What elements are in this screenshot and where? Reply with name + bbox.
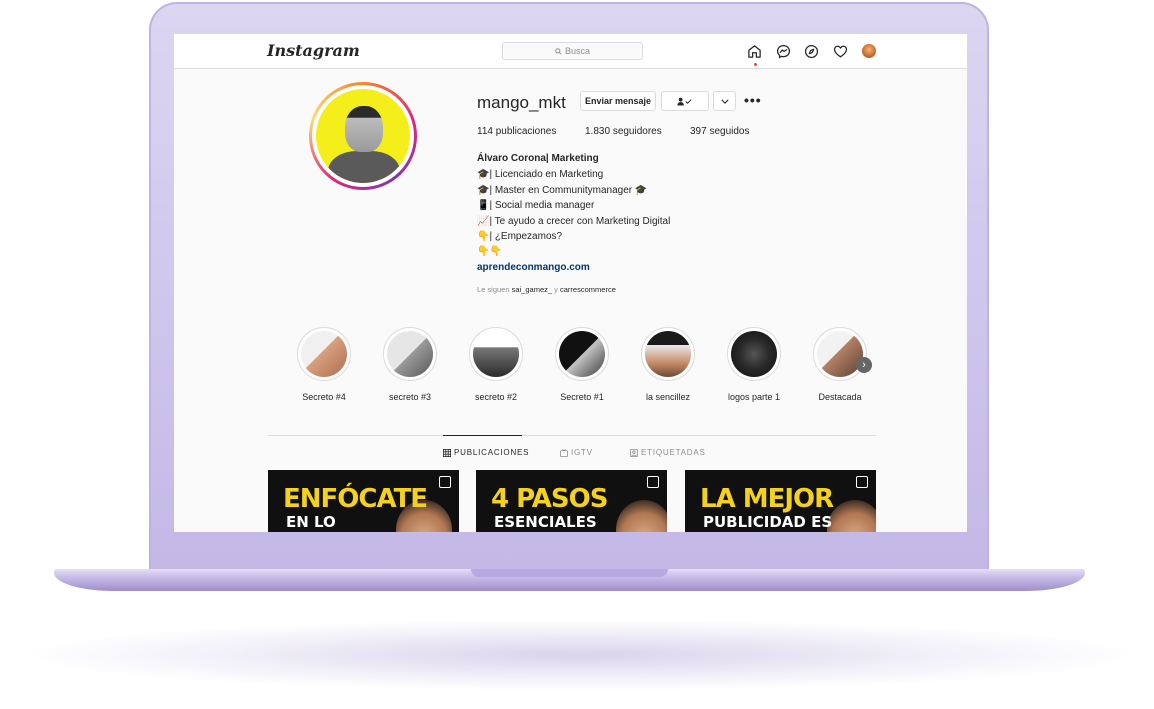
- post-headline: LA MEJOR: [700, 484, 834, 514]
- highlight-secreto-2[interactable]: secreto #2: [468, 327, 524, 402]
- post-headline: 4 PASOS: [491, 484, 608, 514]
- tagged-icon: [630, 448, 638, 457]
- stat-posts[interactable]: 114 publicaciones: [477, 126, 556, 137]
- stat-following[interactable]: 397 seguidos: [690, 126, 750, 137]
- tabs-divider: [268, 435, 876, 436]
- laptop-shadow: [30, 620, 1130, 690]
- highlight-label: Secreto #4: [302, 392, 346, 402]
- top-navigation-bar: Instagram Busca: [174, 34, 967, 69]
- highlight-cover: [387, 331, 433, 377]
- laptop-notch: [471, 569, 668, 577]
- chevron-down-icon: [720, 99, 729, 104]
- carousel-icon: [856, 476, 868, 488]
- carousel-icon: [439, 476, 451, 488]
- highlight-la-sencillez[interactable]: la sencillez: [640, 327, 696, 402]
- profile-picture-ring[interactable]: [309, 82, 417, 190]
- igtv-icon: [560, 448, 568, 457]
- following-button[interactable]: [661, 91, 709, 111]
- activity-heart-icon[interactable]: [832, 43, 848, 59]
- tab-label: ETIQUETADAS: [641, 448, 706, 457]
- search-icon: [555, 47, 562, 55]
- more-options-icon[interactable]: •••: [744, 92, 762, 108]
- explore-compass-icon[interactable]: [803, 43, 819, 59]
- post-subheadline: ESENCIALES: [494, 513, 597, 531]
- laptop-screen: Instagram Busca mango_mkt Enviar mensaje: [174, 34, 967, 532]
- post-person-image: [616, 500, 667, 532]
- highlight-secreto-3[interactable]: secreto #3: [382, 327, 438, 402]
- active-tab-indicator: [443, 435, 522, 436]
- bio-line: 🎓| Master en Communitymanager 🎓: [477, 185, 648, 196]
- post-subheadline: PUBLICIDAD ES: [703, 513, 833, 531]
- highlight-label: logos parte 1: [727, 392, 781, 402]
- website-link[interactable]: aprendeconmango.com: [477, 262, 590, 273]
- highlight-cover: [731, 331, 777, 377]
- highlight-label: Destacada: [818, 392, 862, 402]
- send-message-button[interactable]: Enviar mensaje: [580, 91, 656, 111]
- bio-line: 📈| Te ayudo a crecer con Marketing Digit…: [477, 216, 671, 227]
- suggestions-dropdown-button[interactable]: [713, 91, 736, 111]
- post-thumbnail[interactable]: 4 PASOS ESENCIALES: [476, 470, 667, 532]
- search-input[interactable]: Busca: [502, 42, 643, 60]
- stat-following-label: seguidos: [709, 126, 750, 137]
- tab-publicaciones[interactable]: PUBLICACIONES: [443, 448, 529, 457]
- highlight-cover: [301, 331, 347, 377]
- followed-by-user[interactable]: carrescommerce: [560, 285, 616, 294]
- highlight-cover: [473, 331, 519, 377]
- home-icon[interactable]: [746, 43, 762, 59]
- highlight-cover: [645, 331, 691, 377]
- stat-following-value: 397: [690, 126, 707, 137]
- profile-username: mango_mkt: [477, 93, 566, 112]
- highlight-label: secreto #2: [474, 392, 518, 402]
- profile-full-name: Álvaro Corona| Marketing: [477, 153, 599, 164]
- instagram-logo[interactable]: Instagram: [267, 41, 360, 60]
- bio-line: 🎓| Licenciado en Marketing: [477, 169, 604, 180]
- highlight-cover: [817, 331, 863, 377]
- search-placeholder: Busca: [564, 46, 590, 56]
- highlight-cover: [559, 331, 605, 377]
- stat-followers-value: 1.830: [585, 126, 611, 137]
- profile-avatar-small[interactable]: [862, 44, 876, 58]
- stat-followers-label: seguidores: [612, 126, 662, 137]
- carousel-icon: [647, 476, 659, 488]
- highlight-label: secreto #3: [388, 392, 432, 402]
- post-thumbnail[interactable]: ENFÓCATE EN LO: [268, 470, 459, 532]
- bio-line: 📱| Social media manager: [477, 200, 595, 211]
- tab-igtv[interactable]: IGTV: [560, 448, 593, 457]
- profile-picture: [316, 89, 410, 183]
- stat-followers[interactable]: 1.830 seguidores: [585, 126, 662, 137]
- tab-label: PUBLICACIONES: [454, 448, 530, 457]
- messenger-icon[interactable]: [775, 43, 791, 59]
- highlight-logos-parte-1[interactable]: logos parte 1: [726, 327, 782, 402]
- followed-by-text[interactable]: Le siguen sai_gamez_ y carrescommerce: [477, 285, 616, 294]
- post-headline: ENFÓCATE: [283, 484, 428, 514]
- home-active-dot: [754, 63, 757, 66]
- highlight-secreto-1[interactable]: Secreto #1: [554, 327, 610, 402]
- followed-by-user[interactable]: sai_gamez_: [512, 285, 552, 294]
- tab-etiquetadas[interactable]: ETIQUETADAS: [630, 448, 706, 457]
- post-thumbnail[interactable]: LA MEJOR PUBLICIDAD ES: [685, 470, 876, 532]
- stat-posts-label: publicaciones: [495, 126, 557, 137]
- followed-by-prefix: Le siguen: [477, 285, 510, 294]
- highlight-label: Secreto #1: [560, 392, 604, 402]
- bio-line: 👇| ¿Empezamos?: [477, 231, 563, 242]
- tab-label: IGTV: [571, 448, 593, 457]
- user-check-icon: [677, 97, 692, 105]
- stat-posts-value: 114: [477, 126, 493, 137]
- grid-icon: [443, 448, 451, 457]
- highlight-secreto-4[interactable]: Secreto #4: [296, 327, 352, 402]
- highlight-label: la sencillez: [645, 392, 691, 402]
- highlights-next-arrow-icon[interactable]: ›: [856, 357, 872, 373]
- post-person-image: [827, 500, 876, 532]
- bio-line: 👇👇: [477, 246, 502, 257]
- post-subheadline: EN LO: [286, 513, 336, 531]
- followed-by-and: y: [554, 285, 558, 294]
